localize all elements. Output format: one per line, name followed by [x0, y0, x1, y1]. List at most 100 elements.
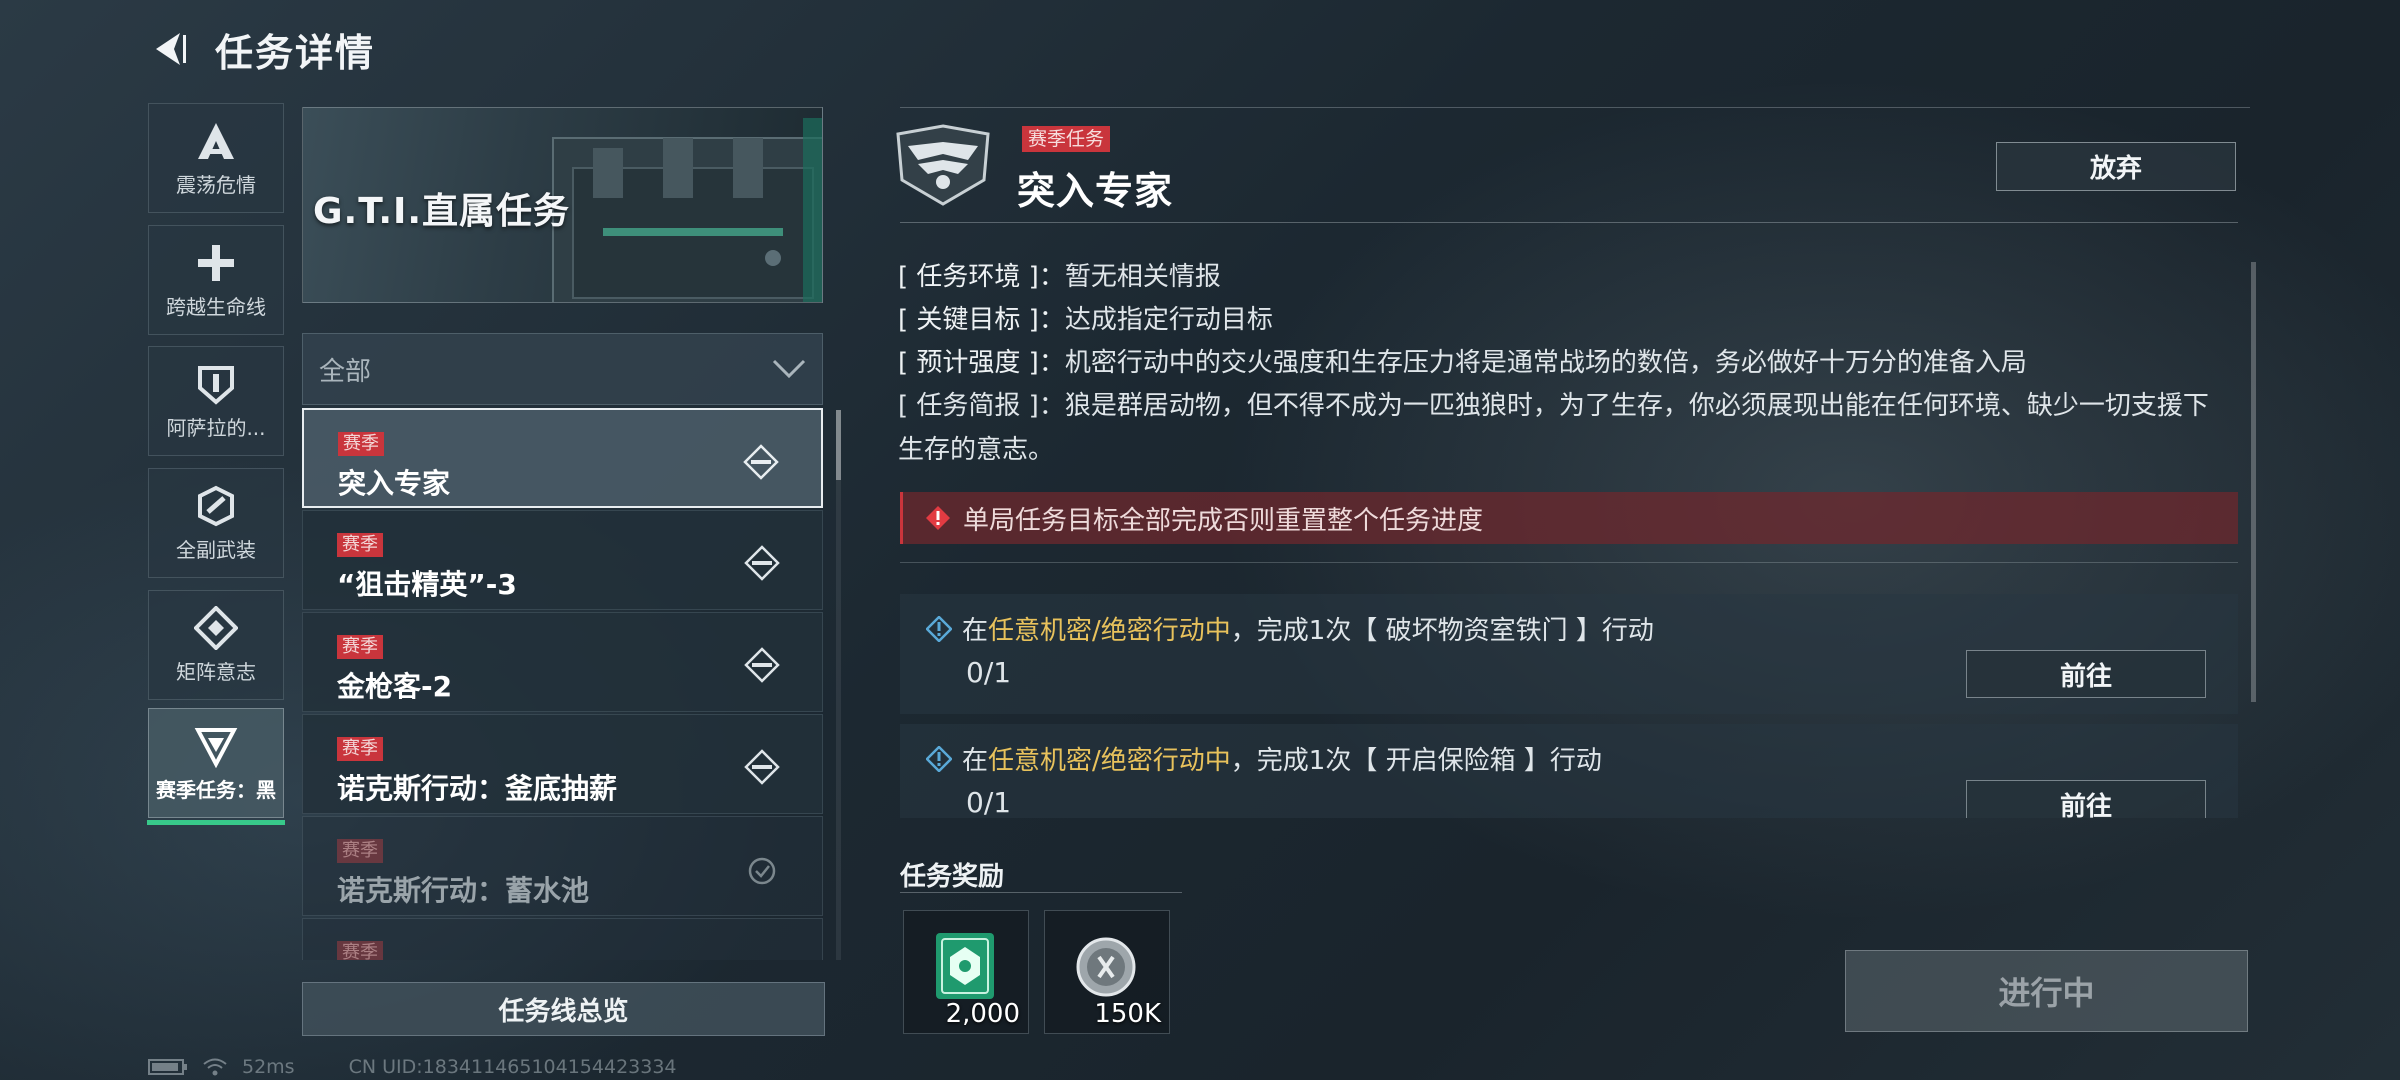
- objective-item: 在任意机密/绝密行动中，完成1次【 破坏物资室铁门 】行动 0/1 前往: [900, 594, 2238, 714]
- category-tab-season[interactable]: 赛季任务：黑: [147, 708, 285, 825]
- warning-banner: 单局任务目标全部完成否则重置整个任务进度: [900, 492, 2238, 544]
- objective-highlight: 任意机密/绝密行动中: [988, 616, 1231, 646]
- season-tag: 赛季: [337, 533, 383, 557]
- banner-title: G.T.I.直属任务: [313, 191, 571, 232]
- category-label: 矩阵意志: [176, 659, 256, 684]
- battery-icon: [148, 1059, 187, 1075]
- task-name: 金枪客-2: [337, 670, 453, 703]
- page-title: 任务详情: [215, 31, 376, 75]
- uid-text: CN UID:183411465104154423334: [348, 1056, 677, 1078]
- task-list-scroll-thumb[interactable]: [836, 410, 841, 480]
- filter-value: 全部: [319, 356, 372, 387]
- status-bar: 52ms CN UID:183411465104154423334: [148, 1055, 677, 1079]
- info-key: [ 关键目标 ]：: [898, 305, 1065, 335]
- objective-item: 在任意机密/绝密行动中，完成1次【 开启保险箱 】行动 0/1 前往: [900, 724, 2238, 818]
- info-intensity: [ 预计强度 ]：机密行动中的交火强度和生存压力将是通常战场的数倍，务必做好十万…: [898, 342, 2027, 379]
- info-key: [ 预计强度 ]：: [898, 348, 1065, 378]
- objective-suffix: ，完成1次【 破坏物资室铁门 】行动: [1230, 616, 1654, 646]
- divider: [900, 107, 2250, 108]
- season-task-tag: 赛季任务: [1022, 126, 1111, 152]
- divider: [900, 892, 1182, 893]
- reward-item[interactable]: 150K: [1044, 910, 1170, 1034]
- green-chip-icon: [936, 933, 994, 999]
- divider: [900, 562, 2238, 563]
- season-tag: 赛季: [337, 941, 383, 960]
- info-value: 机密行动中的交火强度和生存压力将是通常战场的数倍，务必做好十万分的准备入局: [1064, 348, 2027, 378]
- reward-item[interactable]: 2,000: [903, 910, 1029, 1034]
- category-label: 全副武装: [176, 537, 256, 562]
- triangle-badge-icon: [194, 727, 238, 768]
- reward-title: 任务奖励: [900, 862, 1005, 892]
- abandon-button[interactable]: 放弃: [1996, 142, 2236, 191]
- diamond-icon: [194, 605, 238, 650]
- go-button[interactable]: 前往: [1966, 780, 2206, 818]
- info-diamond-icon: [926, 745, 952, 772]
- info-briefing: [ 任务简报 ]：狼是群居动物，但不得不成为一匹独狼时，为了生存，你必须展现出能…: [898, 384, 2228, 472]
- objective-prefix: 在: [962, 616, 989, 646]
- category-label: 震荡危情: [176, 172, 256, 197]
- objective-progress: 0/1: [966, 656, 1012, 689]
- alert-icon: [926, 506, 950, 530]
- objective-list[interactable]: 在任意机密/绝密行动中，完成1次【 破坏物资室铁门 】行动 0/1 前往 在任意…: [900, 590, 2245, 818]
- objective-text: 在任意机密/绝密行动中，完成1次【 破坏物资室铁门 】行动: [926, 610, 1654, 647]
- objective-text: 在任意机密/绝密行动中，完成1次【 开启保险箱 】行动: [926, 740, 1602, 777]
- objective-diamond-icon: [744, 749, 780, 785]
- back-button[interactable]: [145, 24, 195, 74]
- info-key: [ 任务简报 ]：: [898, 391, 1065, 421]
- category-tab-5[interactable]: 矩阵意志: [148, 590, 284, 700]
- objective-diamond-icon: [744, 545, 780, 581]
- category-tab-2[interactable]: 跨越生命线: [148, 225, 284, 335]
- category-tab-1[interactable]: 震荡危情: [148, 103, 284, 213]
- reward-count: 2,000: [945, 999, 1020, 1029]
- filter-dropdown[interactable]: 全部: [302, 333, 823, 405]
- objective-suffix: ，完成1次【 开启保险箱 】行动: [1230, 746, 1602, 776]
- task-list-scrollbar[interactable]: [836, 410, 841, 960]
- task-item[interactable]: 赛季 金枪客-2: [302, 612, 823, 712]
- task-name: 突入专家: [338, 467, 451, 500]
- go-button[interactable]: 前往: [1966, 650, 2206, 698]
- task-item-completed[interactable]: 赛季: [302, 918, 823, 960]
- category-tab-4[interactable]: 全副武装: [148, 468, 284, 578]
- medical-cross-icon: [198, 244, 234, 281]
- season-tag: 赛季: [337, 839, 383, 863]
- objective-prefix: 在: [962, 746, 989, 776]
- info-diamond-icon: [926, 615, 952, 642]
- objective-progress: 0/1: [966, 786, 1012, 818]
- task-title: 突入专家: [1017, 169, 1174, 213]
- task-line-overview-button[interactable]: 任务线总览: [302, 982, 825, 1036]
- in-progress-button: 进行中: [1845, 950, 2248, 1032]
- task-name: 诺克斯行动：蓄水池: [337, 874, 590, 907]
- task-list[interactable]: 赛季 突入专家 赛季 “狙击精英”-3 赛季 金枪客-2 赛季 诺克斯行动：釜底…: [302, 408, 823, 960]
- task-item[interactable]: 赛季 突入专家: [302, 408, 823, 508]
- wifi-icon: [203, 1058, 227, 1076]
- a-chevron-icon: [198, 122, 234, 159]
- category-label: 赛季任务：黑: [156, 777, 276, 802]
- ping-value: 52ms: [242, 1056, 295, 1078]
- task-name: “狙击精英”-3: [337, 568, 517, 601]
- task-item-completed[interactable]: 赛季 诺克斯行动：蓄水池: [302, 816, 823, 916]
- reward-count: 150K: [1094, 999, 1161, 1029]
- category-label: 阿萨拉的...: [166, 415, 266, 440]
- info-value: 狼是群居动物，但不得不成为一匹独狼时，为了生存，你必须展现出能在任何环境、缺少一…: [898, 391, 2209, 465]
- info-environment: [ 任务环境 ]：暂无相关情报: [898, 256, 1221, 293]
- info-key: [ 任务环境 ]：: [898, 262, 1065, 292]
- armor-icon: [198, 485, 234, 526]
- category-label: 跨越生命线: [166, 294, 266, 319]
- task-item[interactable]: 赛季 诺克斯行动：釜底抽薪: [302, 714, 823, 814]
- season-tag: 赛季: [337, 737, 383, 761]
- season-tag: 赛季: [338, 432, 384, 456]
- warning-text: 单局任务目标全部完成否则重置整个任务进度: [963, 505, 1484, 536]
- objective-highlight: 任意机密/绝密行动中: [988, 746, 1231, 776]
- task-item[interactable]: 赛季 “狙击精英”-3: [302, 510, 823, 610]
- check-medal-icon: [748, 857, 776, 885]
- info-value: 暂无相关情报: [1064, 262, 1221, 292]
- task-line-banner: G.T.I.直属任务: [302, 107, 823, 303]
- eagle-emblem-icon: [896, 124, 990, 206]
- category-tab-3[interactable]: 阿萨拉的...: [148, 346, 284, 456]
- divider: [900, 222, 2238, 223]
- season-tag: 赛季: [337, 635, 383, 659]
- back-arrow-icon: [156, 33, 186, 65]
- task-name: 诺克斯行动：釜底抽薪: [337, 772, 618, 805]
- objective-diamond-icon: [743, 444, 779, 480]
- detail-scrollbar[interactable]: [2251, 262, 2256, 702]
